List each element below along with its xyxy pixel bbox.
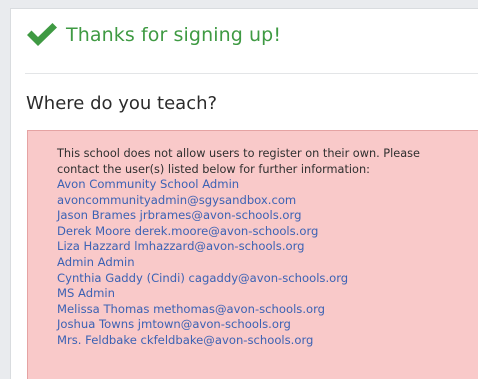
registration-alert: This school does not allow users to regi… <box>27 130 478 379</box>
contact-item: Liza Hazzard lmhazzard@avon-schools.org <box>57 239 305 254</box>
contact-item: Melissa Thomas methomas@avon-schools.org <box>57 301 326 316</box>
school-heading: Where do you teach? <box>26 93 218 114</box>
divider <box>25 73 478 74</box>
contact-item: Mrs. Feldbake ckfeldbake@avon-schools.or… <box>57 332 314 347</box>
alert-message-line: This school does not allow users to regi… <box>57 147 420 160</box>
alert-message-line: contact the user(s) listed below for fur… <box>57 162 370 176</box>
screenshot-frame: Thanks for signing up! Where do you teac… <box>0 0 478 379</box>
contact-item: avoncommunityadmin@sgysandbox.com <box>57 192 297 207</box>
check-icon <box>27 23 57 46</box>
contact-item: Derek Moore derek.moore@avon-schools.org <box>57 223 319 238</box>
contact-item: Joshua Towns jmtown@avon-schools.org <box>57 317 291 332</box>
confirmation-title: Thanks for signing up! <box>66 24 282 46</box>
signup-confirmation: Thanks for signing up! <box>25 21 281 49</box>
contact-item: Cynthia Gaddy (Cindi) cagaddy@avon-schoo… <box>57 270 349 285</box>
contact-item: Jason Brames jrbrames@avon-schools.org <box>57 208 302 223</box>
contact-item: Admin Admin <box>57 254 135 269</box>
contact-list: Avon Community School Admin avoncommunit… <box>57 177 478 349</box>
contact-item: MS Admin <box>57 286 115 301</box>
contact-item: Avon Community School Admin <box>57 177 240 191</box>
